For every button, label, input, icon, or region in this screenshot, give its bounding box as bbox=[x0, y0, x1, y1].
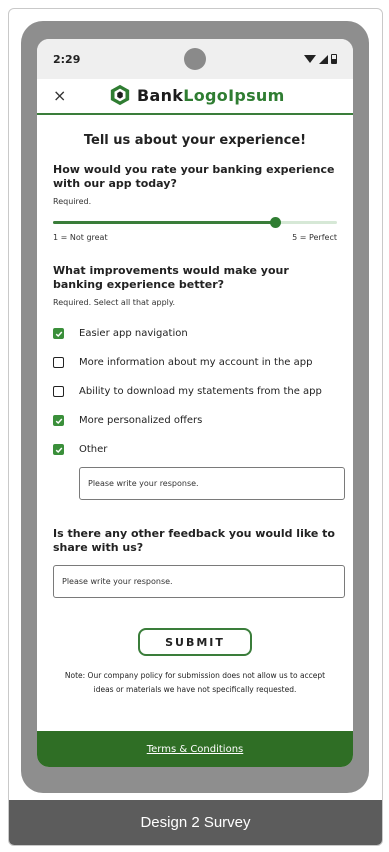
caption-bar: Design 2 Survey bbox=[9, 800, 382, 845]
option-more-account-info[interactable]: More information about my account in the… bbox=[53, 348, 337, 377]
checkbox[interactable] bbox=[53, 328, 64, 339]
footer: Terms & Conditions bbox=[37, 731, 353, 767]
check-icon bbox=[55, 418, 62, 424]
slider-fill bbox=[53, 221, 275, 224]
survey-title: Tell us about your experience! bbox=[83, 133, 307, 148]
checkbox[interactable] bbox=[53, 415, 64, 426]
check-icon bbox=[55, 447, 62, 453]
wifi-icon bbox=[304, 55, 316, 63]
status-bar: 2:29 bbox=[37, 39, 353, 79]
option-personalized-offers[interactable]: More personalized offers bbox=[53, 406, 337, 435]
submit-button[interactable]: SUBMIT bbox=[138, 628, 252, 656]
close-icon[interactable]: × bbox=[53, 86, 66, 106]
checkbox[interactable] bbox=[53, 444, 64, 455]
survey-content: Tell us about your experience! How would… bbox=[37, 133, 353, 697]
phone-screen: 2:29 × BankLogoIpsum Tell us about your … bbox=[37, 39, 353, 767]
other-response-input[interactable] bbox=[79, 467, 345, 500]
improvement-options: Easier app navigation More information a… bbox=[53, 319, 337, 464]
logo-hexagon-icon bbox=[110, 84, 130, 106]
option-label: More information about my account in the… bbox=[79, 357, 313, 368]
question-improvements-required: Required. Select all that apply. bbox=[53, 298, 176, 307]
check-icon bbox=[55, 331, 62, 337]
logo-text-rest: LogoIpsum bbox=[183, 85, 285, 105]
option-other[interactable]: Other bbox=[53, 435, 337, 464]
slider-labels: 1 = Not great 5 = Perfect bbox=[53, 233, 337, 242]
app-header: × BankLogoIpsum bbox=[37, 79, 353, 115]
checkbox[interactable] bbox=[53, 357, 64, 368]
design-frame: 2:29 × BankLogoIpsum Tell us about your … bbox=[8, 8, 383, 846]
question-rating-required: Required. bbox=[53, 197, 92, 206]
phone-mockup: 2:29 × BankLogoIpsum Tell us about your … bbox=[21, 21, 369, 793]
logo-text-bank: Bank bbox=[137, 85, 184, 105]
slider-min-label: 1 = Not great bbox=[53, 233, 108, 242]
option-label: More personalized offers bbox=[79, 415, 203, 426]
battery-icon bbox=[331, 54, 337, 64]
option-label: Other bbox=[79, 444, 108, 455]
question-rating-title: How would you rate your banking experien… bbox=[53, 163, 335, 190]
policy-note: Note: Our company policy for submission … bbox=[64, 671, 326, 694]
rating-slider[interactable] bbox=[53, 216, 337, 230]
signal-icon bbox=[319, 54, 328, 64]
checkbox[interactable] bbox=[53, 386, 64, 397]
bank-logo: BankLogoIpsum bbox=[109, 84, 285, 106]
option-label: Ability to download my statements from t… bbox=[79, 386, 322, 397]
option-label: Easier app navigation bbox=[79, 328, 188, 339]
feedback-input[interactable] bbox=[53, 565, 345, 598]
status-time: 2:29 bbox=[53, 52, 81, 66]
slider-max-label: 5 = Perfect bbox=[292, 233, 337, 242]
option-easier-navigation[interactable]: Easier app navigation bbox=[53, 319, 337, 348]
slider-thumb[interactable] bbox=[269, 217, 281, 228]
option-download-statements[interactable]: Ability to download my statements from t… bbox=[53, 377, 337, 406]
question-feedback-title: Is there any other feedback you would li… bbox=[53, 527, 335, 554]
question-improvements-title: What improvements would make your bankin… bbox=[53, 264, 289, 291]
submit-wrap: SUBMIT bbox=[53, 628, 337, 656]
status-icons bbox=[304, 54, 337, 64]
terms-link[interactable]: Terms & Conditions bbox=[147, 744, 244, 755]
camera-icon bbox=[184, 48, 206, 70]
logo-text: BankLogoIpsum bbox=[137, 86, 285, 105]
caption-text: Design 2 Survey bbox=[140, 814, 251, 831]
